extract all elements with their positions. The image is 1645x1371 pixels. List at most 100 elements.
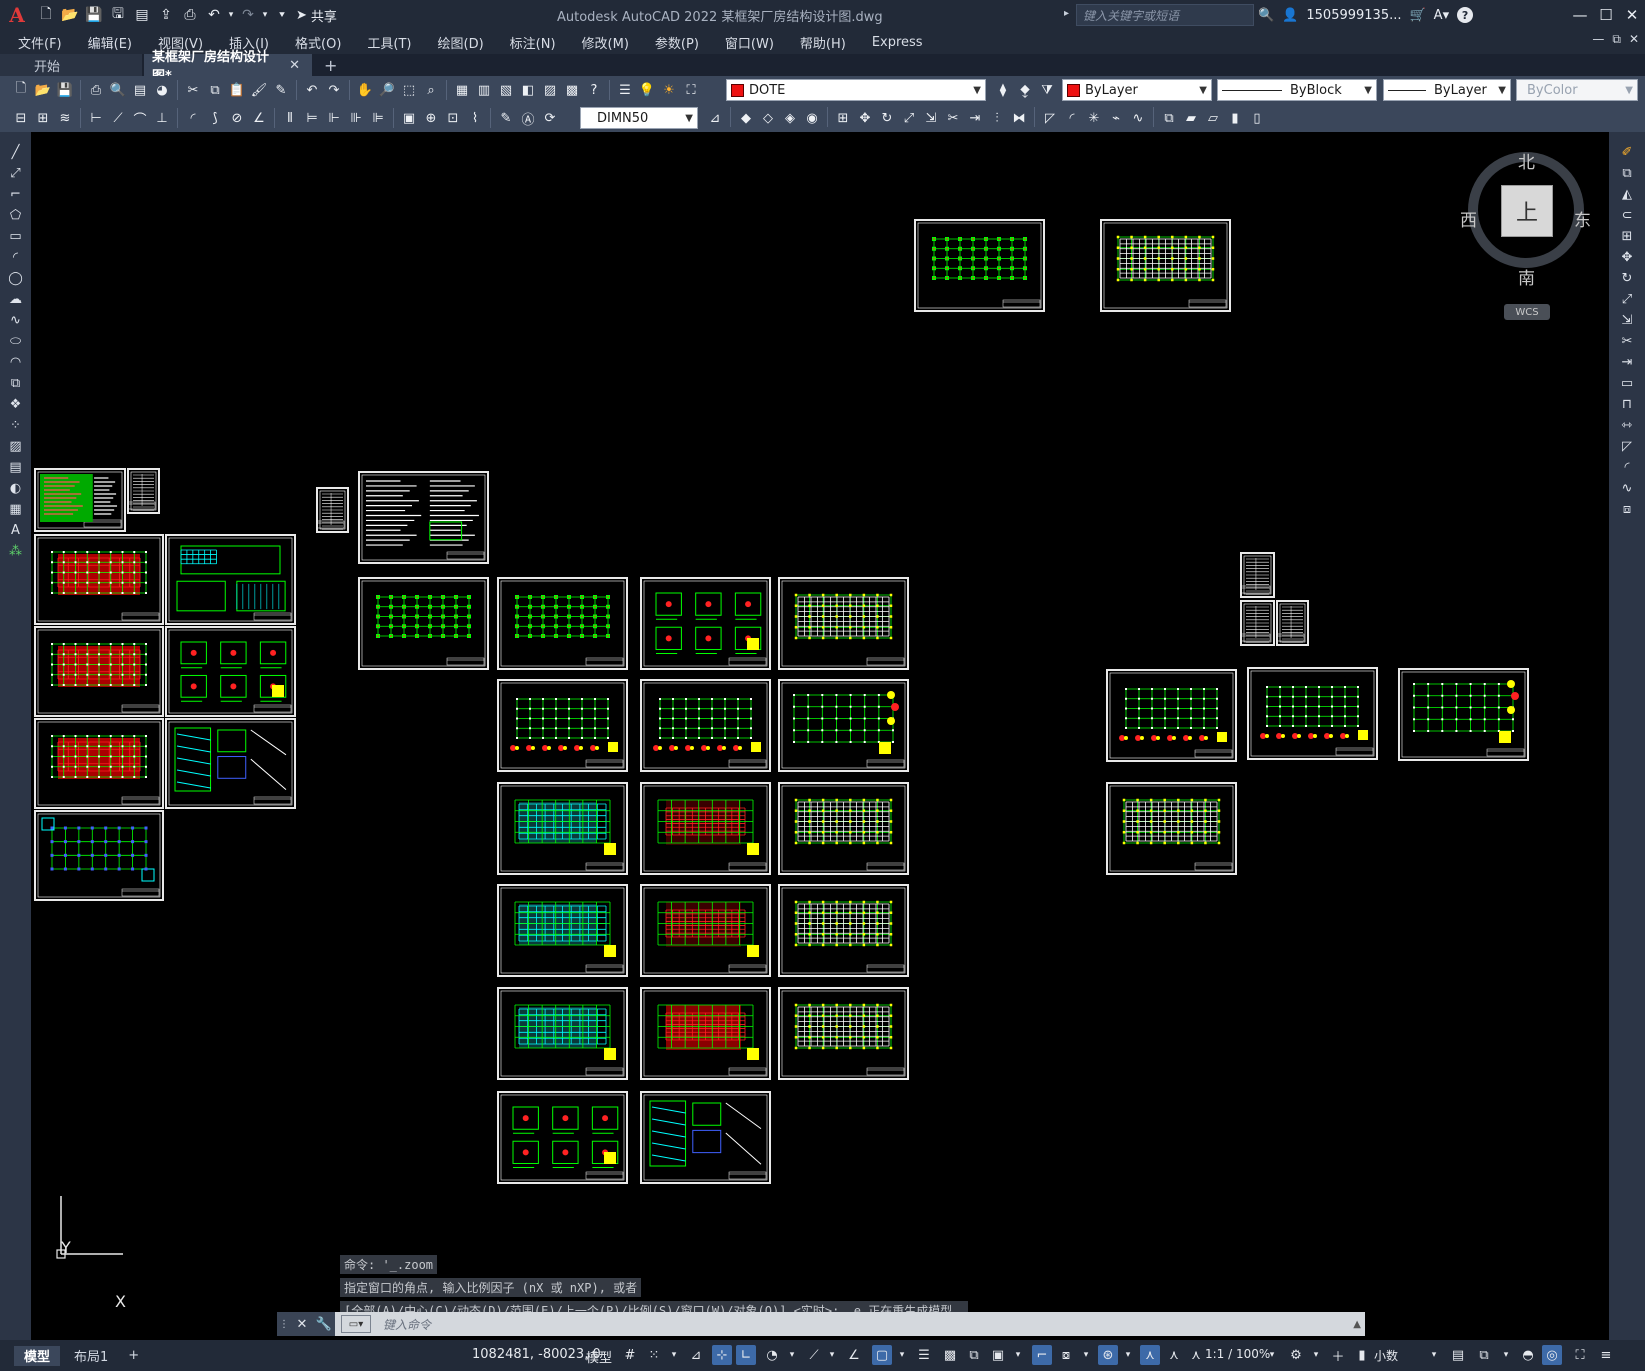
print-icon[interactable]: ⎙ (178, 4, 202, 26)
dim-arc-icon[interactable]: ⌒ (129, 107, 151, 129)
lock-dropdown-icon[interactable]: ▾ (1496, 1345, 1516, 1365)
drawing-sheet[interactable] (1276, 600, 1309, 646)
drawing-sheet[interactable] (497, 987, 628, 1080)
grip-handle-icon[interactable]: ⋮ (277, 1312, 291, 1336)
chamfer-icon[interactable]: ◸ (1616, 436, 1638, 457)
zoom-realtime-icon[interactable]: 🔎 (376, 79, 398, 101)
menu-window[interactable]: 窗口(W) (725, 33, 774, 52)
color-dropdown[interactable]: ByLayer ▼ (1062, 79, 1212, 101)
new-tab-button[interactable]: + (314, 54, 347, 76)
drawing-sheet[interactable] (34, 468, 126, 532)
publish-icon[interactable]: ▤ (129, 79, 151, 101)
compass-west[interactable]: 西 (1460, 206, 1477, 231)
open-icon[interactable]: 📂 (32, 79, 54, 101)
explode-icon[interactable]: ✳ (1083, 107, 1105, 129)
paste-icon[interactable]: 📋 (226, 79, 248, 101)
polygon-icon[interactable]: ⬠ (5, 205, 27, 226)
doc-restore-icon[interactable]: ⧉ (1612, 32, 1621, 47)
drawing-sheet[interactable] (497, 577, 628, 670)
drawing-sheet[interactable] (1240, 552, 1275, 598)
selection-filter-icon[interactable]: ⧇ (1056, 1345, 1076, 1365)
workspace-gear-icon[interactable]: ⚙ (1286, 1345, 1306, 1365)
zoom-previous-icon[interactable]: ⌕ (420, 79, 442, 101)
make-block-icon[interactable]: ❖ (5, 394, 27, 415)
chevron-up-icon[interactable]: ▲ (1353, 1319, 1361, 1330)
markup-icon[interactable]: ▨ (539, 79, 561, 101)
compass-south[interactable]: 南 (1518, 264, 1535, 289)
viewcube[interactable]: 上 北 南 东 西 WCS (1460, 152, 1591, 320)
dim-update-icon[interactable]: ⟳ (539, 107, 561, 129)
fillet-icon[interactable]: ◜ (1061, 107, 1083, 129)
array-icon[interactable]: ⊞ (832, 107, 854, 129)
send-back-icon[interactable]: ▱ (1202, 107, 1224, 129)
scale-dropdown-icon[interactable]: ▾ (1262, 1345, 1282, 1365)
chamfer-icon[interactable]: ◸ (1039, 107, 1061, 129)
lineweight-dropdown[interactable]: ByLayer ▼ (1383, 79, 1511, 101)
break-icon[interactable]: ⫶ (986, 107, 1008, 129)
stretch-icon[interactable]: ⇲ (920, 107, 942, 129)
stretch-icon[interactable]: ⇲ (1616, 310, 1638, 331)
drawing-sheet[interactable] (358, 577, 489, 670)
copy-icon[interactable]: ⧉ (204, 79, 226, 101)
save-as-icon[interactable]: 🖫 (106, 4, 130, 26)
units-dropdown[interactable]: 小数 (1374, 1347, 1398, 1364)
new-file-icon[interactable]: 🗋 (34, 4, 58, 26)
dynamic-input-icon[interactable]: ⊹ (712, 1345, 732, 1365)
drawing-sheet[interactable] (1398, 668, 1529, 761)
osnap-dropdown-icon[interactable]: ▾ (892, 1345, 912, 1365)
break-icon[interactable]: ⊓ (1616, 394, 1638, 415)
drawing-sheet[interactable] (1240, 600, 1275, 646)
menu-draw[interactable]: 绘图(D) (438, 33, 484, 52)
scale-icon[interactable]: ⤢ (898, 107, 920, 129)
object-snap-tracking-icon[interactable]: ∠ (844, 1345, 864, 1365)
menu-modify[interactable]: 修改(M) (582, 33, 629, 52)
isodraft-icon[interactable]: ⟋ (804, 1345, 824, 1365)
break-at-point-icon[interactable]: ▭ (1616, 373, 1638, 394)
drawing-sheet[interactable] (1247, 667, 1378, 760)
compass-east[interactable]: 东 (1574, 206, 1591, 231)
drawing-sheet[interactable] (1106, 782, 1237, 875)
drawing-sheet[interactable] (1100, 219, 1231, 312)
plotstyle-dropdown[interactable]: ByColor ▼ (1516, 79, 1638, 101)
draw-order-icon[interactable]: ⧉ (1158, 107, 1180, 129)
snap-dropdown-icon[interactable]: ▾ (664, 1345, 684, 1365)
3d-dwf-icon[interactable]: ◕ (151, 79, 173, 101)
trim-icon[interactable]: ✂ (1616, 331, 1638, 352)
compass-north[interactable]: 北 (1518, 148, 1535, 173)
dim-style-icon[interactable]: ⊿ (704, 107, 726, 129)
dim-text-edit-icon[interactable]: Ⓐ (517, 107, 539, 129)
layer-states-icon[interactable]: ⧩ (1036, 79, 1058, 101)
drawing-sheet[interactable] (497, 782, 628, 875)
dim-linear-icon[interactable]: ⊢ (85, 107, 107, 129)
export-icon[interactable]: ⇪ (154, 4, 178, 26)
tab-layout1[interactable]: 布局1 (64, 1346, 118, 1366)
hatch-back-icon[interactable]: ▯ (1246, 107, 1268, 129)
units-dropdown-icon[interactable]: ▾ (1424, 1345, 1444, 1365)
bring-front-icon[interactable]: ▰ (1180, 107, 1202, 129)
copy-object-icon[interactable]: ◇ (757, 107, 779, 129)
arc-icon[interactable]: ◜ (5, 247, 27, 268)
join-icon[interactable]: ⇿ (1616, 415, 1638, 436)
blend-curves-icon[interactable]: ∿ (1616, 478, 1638, 499)
match-properties-icon[interactable]: 🖌 (248, 79, 270, 101)
command-input[interactable]: 键入命令 (383, 1316, 431, 1333)
tab-drawing[interactable]: 某框架厂房结构设计图*✕ (144, 50, 312, 84)
sheet-set-icon[interactable]: ◧ (517, 79, 539, 101)
plot-icon[interactable]: ⎙ (85, 79, 107, 101)
explode-icon[interactable]: ⧈ (1616, 499, 1638, 520)
offset-icon[interactable]: ⊂ (1616, 205, 1638, 226)
dim-jogged-icon[interactable]: ⟆ (204, 107, 226, 129)
pan-icon[interactable]: ✋ (354, 79, 376, 101)
close-command-icon[interactable]: ✕ (291, 1312, 313, 1336)
undo-icon[interactable]: ↶ (202, 4, 226, 26)
close-window-icon[interactable]: ✕ (1619, 0, 1645, 30)
menu-express[interactable]: Express (872, 35, 923, 50)
model-space-toggle[interactable]: 模型 (586, 1347, 612, 1366)
coordinate-readout[interactable]: 1082481, -80023, 0 (472, 1347, 601, 1362)
drawing-sheet[interactable] (34, 718, 164, 809)
dim-radius-icon[interactable]: ◜ (182, 107, 204, 129)
selection-cycling-icon[interactable]: ⧉ (964, 1345, 984, 1365)
polar-icon[interactable]: ◔ (762, 1345, 782, 1365)
menu-tools[interactable]: 工具(T) (367, 33, 411, 52)
mirror-icon[interactable]: ◈ (779, 107, 801, 129)
